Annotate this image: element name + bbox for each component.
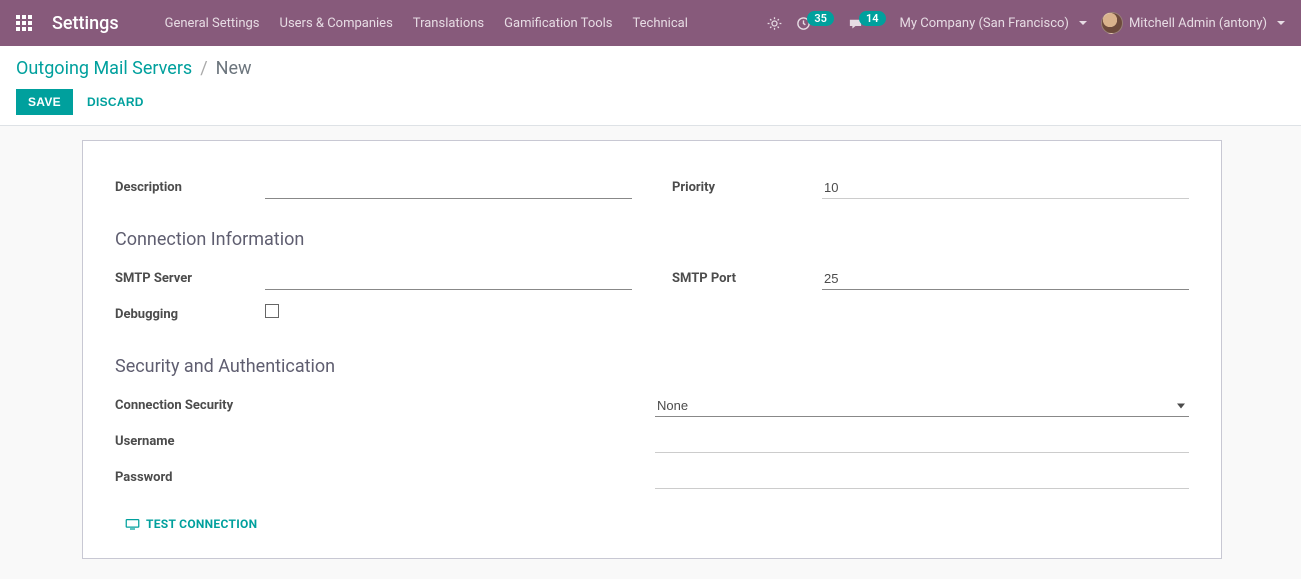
breadcrumb: Outgoing Mail Servers / New (16, 58, 1285, 79)
username-input[interactable] (655, 431, 1189, 453)
discuss-count: 14 (859, 11, 886, 26)
user-name: Mitchell Admin (antony) (1129, 16, 1267, 31)
description-input[interactable] (265, 177, 632, 199)
debugging-label: Debugging (115, 307, 265, 326)
control-panel: Outgoing Mail Servers / New SAVE DISCARD (0, 46, 1301, 126)
discuss-icon[interactable]: 14 (848, 16, 886, 31)
section-security-header: Security and Authentication (115, 356, 1189, 377)
monitor-icon (125, 518, 140, 530)
password-label: Password (115, 470, 285, 489)
breadcrumb-parent[interactable]: Outgoing Mail Servers (16, 58, 192, 79)
chevron-down-icon (1277, 21, 1285, 25)
company-switcher[interactable]: My Company (San Francisco) (900, 16, 1087, 31)
navbar-menu: General Settings Users & Companies Trans… (155, 16, 698, 31)
activities-count: 35 (807, 11, 834, 26)
section-connection-header: Connection Information (115, 229, 1189, 250)
chevron-down-icon (1177, 404, 1185, 409)
form-sheet: Description Priority Connection Informat… (82, 140, 1222, 559)
connection-security-select[interactable] (655, 395, 1189, 417)
avatar (1101, 12, 1123, 34)
description-label: Description (115, 180, 265, 199)
app-title[interactable]: Settings (52, 13, 119, 34)
form-area: Description Priority Connection Informat… (0, 140, 1301, 579)
menu-users-companies[interactable]: Users & Companies (270, 16, 403, 31)
navbar-right: 35 14 My Company (San Francisco) Mitchel… (767, 12, 1285, 34)
password-input[interactable] (655, 467, 1189, 489)
priority-input[interactable] (822, 177, 1189, 199)
control-panel-buttons: SAVE DISCARD (16, 89, 1285, 115)
debugging-checkbox[interactable] (265, 304, 279, 318)
navbar: Settings General Settings Users & Compan… (0, 0, 1301, 46)
breadcrumb-separator: / (200, 58, 207, 79)
apps-icon[interactable] (16, 15, 32, 31)
save-button[interactable]: SAVE (16, 89, 73, 115)
discard-button[interactable]: DISCARD (87, 95, 144, 109)
smtp-server-label: SMTP Server (115, 271, 265, 290)
test-connection-button[interactable]: TEST CONNECTION (125, 517, 257, 531)
menu-general-settings[interactable]: General Settings (155, 16, 270, 31)
test-connection-label: TEST CONNECTION (146, 517, 257, 531)
menu-technical[interactable]: Technical (623, 16, 698, 31)
chevron-down-icon (1079, 21, 1087, 25)
priority-label: Priority (672, 180, 822, 199)
smtp-port-input[interactable] (822, 268, 1189, 290)
smtp-port-label: SMTP Port (672, 271, 822, 290)
debug-icon[interactable] (767, 16, 782, 31)
smtp-server-input[interactable] (265, 268, 632, 290)
activities-icon[interactable]: 35 (796, 16, 834, 31)
menu-translations[interactable]: Translations (403, 16, 494, 31)
company-name: My Company (San Francisco) (900, 16, 1069, 31)
username-label: Username (115, 434, 285, 453)
menu-gamification-tools[interactable]: Gamification Tools (494, 16, 622, 31)
connection-security-label: Connection Security (115, 398, 285, 417)
breadcrumb-current: New (216, 58, 252, 79)
user-menu[interactable]: Mitchell Admin (antony) (1101, 12, 1285, 34)
